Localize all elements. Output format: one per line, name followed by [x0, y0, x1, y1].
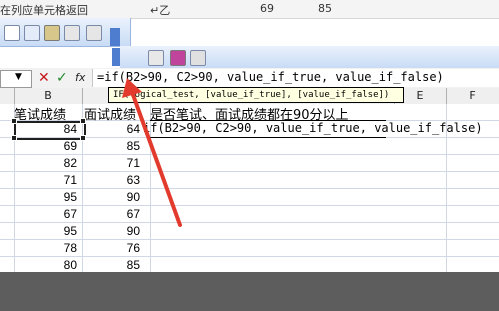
bottom-bar: [0, 272, 499, 311]
arrow-annotation: [122, 78, 182, 227]
arrow-head: [122, 78, 142, 98]
arrow-shaft: [130, 90, 182, 227]
